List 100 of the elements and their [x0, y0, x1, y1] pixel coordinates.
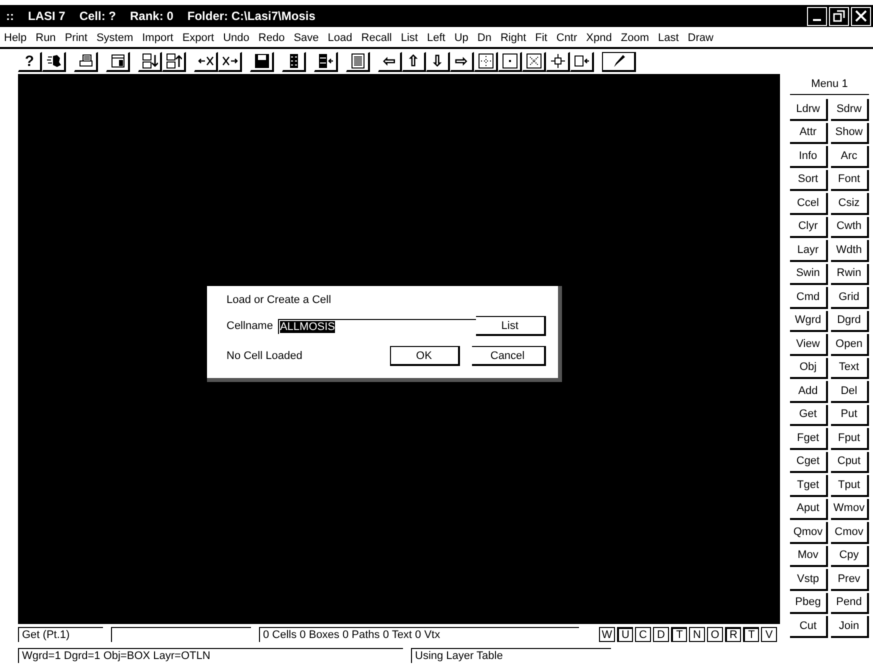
- command-button[interactable]: Get: [790, 404, 828, 426]
- command-button[interactable]: Dgrd: [831, 310, 869, 332]
- command-button[interactable]: Cwth: [831, 216, 869, 238]
- command-button[interactable]: Cput: [831, 452, 869, 473]
- command-button[interactable]: View: [790, 334, 828, 356]
- command-button[interactable]: Put: [831, 404, 869, 426]
- command-button[interactable]: Tput: [831, 475, 869, 496]
- menu-item[interactable]: Undo: [223, 32, 250, 44]
- command-button[interactable]: Mov: [790, 546, 828, 567]
- command-button[interactable]: Info: [790, 146, 828, 168]
- command-button[interactable]: Pbeg: [790, 592, 828, 614]
- command-button[interactable]: Font: [831, 170, 869, 191]
- menu-item[interactable]: Fit: [535, 32, 548, 44]
- command-button[interactable]: Arc: [831, 146, 869, 168]
- toolbar-button[interactable]: ⇨: [450, 52, 474, 72]
- command-button[interactable]: Add: [790, 381, 828, 402]
- command-button[interactable]: Open: [831, 334, 869, 356]
- toggle-button[interactable]: C: [635, 627, 651, 642]
- toolbar-button[interactable]: ?: [18, 52, 42, 72]
- menu-item[interactable]: Run: [36, 32, 56, 44]
- menu-item[interactable]: System: [96, 32, 134, 44]
- menu-item[interactable]: Xpnd: [586, 32, 612, 44]
- toolbar-button[interactable]: [602, 52, 636, 72]
- ok-button[interactable]: OK: [390, 346, 460, 366]
- command-button[interactable]: Cmd: [790, 287, 828, 308]
- field-label: Cellname: [226, 320, 273, 332]
- command-button[interactable]: Wdth: [831, 240, 869, 262]
- command-button[interactable]: Del: [831, 381, 869, 402]
- command-button[interactable]: Cut: [790, 616, 828, 638]
- command-button[interactable]: Aput: [790, 498, 828, 520]
- menu-item[interactable]: Export: [182, 32, 214, 44]
- command-button[interactable]: Rwin: [831, 264, 869, 285]
- menu-item[interactable]: Right: [500, 32, 526, 44]
- move-icon: [550, 53, 566, 69]
- toolbar-button[interactable]: ⇧: [402, 52, 426, 72]
- window-title: ::: [6, 9, 14, 23]
- command-button[interactable]: Wgrd: [790, 310, 828, 332]
- command-button[interactable]: Obj: [790, 358, 828, 379]
- printer-icon: [78, 53, 94, 69]
- toggle-button[interactable]: N: [689, 627, 705, 642]
- toggle-button[interactable]: V: [761, 627, 777, 642]
- command-button[interactable]: Sdrw: [831, 99, 869, 120]
- menu-item[interactable]: Zoom: [620, 32, 649, 44]
- toggle-button[interactable]: T: [743, 627, 759, 642]
- command-button[interactable]: Cpy: [831, 546, 869, 567]
- command-button[interactable]: Wmov: [831, 498, 869, 520]
- menu-item[interactable]: Print: [64, 32, 88, 44]
- command-button[interactable]: Cmov: [831, 522, 869, 544]
- toggle-button[interactable]: D: [653, 627, 669, 642]
- menu-item[interactable]: Load: [328, 32, 352, 44]
- command-button[interactable]: Join: [831, 616, 869, 638]
- command-button[interactable]: Swin: [790, 264, 828, 285]
- toggle-button[interactable]: O: [707, 627, 723, 642]
- command-button[interactable]: Qmov: [790, 522, 828, 544]
- menu-item[interactable]: Recall: [361, 32, 392, 44]
- command-button[interactable]: Fput: [831, 428, 869, 450]
- menu-item[interactable]: Cntr: [556, 32, 578, 44]
- menu-item[interactable]: List: [400, 32, 418, 44]
- menu-item[interactable]: Up: [454, 32, 468, 44]
- command-button[interactable]: Prev: [831, 569, 869, 590]
- menu-item[interactable]: Dn: [477, 32, 492, 44]
- restore-icon: [833, 10, 845, 22]
- toolbar-button[interactable]: ⇩: [426, 52, 450, 72]
- menu-item[interactable]: Last: [658, 32, 679, 44]
- toggle-button[interactable]: T: [671, 627, 687, 642]
- command-button[interactable]: Clyr: [790, 216, 828, 238]
- command-button[interactable]: Layr: [790, 240, 828, 262]
- menu-item[interactable]: Redo: [258, 32, 285, 44]
- window-title: Rank: 0: [130, 9, 174, 23]
- minimize-button[interactable]: [807, 6, 827, 26]
- command-button[interactable]: Vstp: [790, 569, 828, 590]
- window-title: LASI 7: [28, 9, 66, 23]
- cancel-button[interactable]: Cancel: [472, 346, 546, 366]
- command-button[interactable]: Ccel: [790, 193, 828, 214]
- toggle-button[interactable]: U: [617, 627, 633, 642]
- command-button[interactable]: Cget: [790, 452, 828, 473]
- command-button[interactable]: Ldrw: [790, 99, 828, 120]
- command-button[interactable]: Fget: [790, 428, 828, 450]
- close-button[interactable]: [851, 6, 871, 26]
- menu-item[interactable]: Save: [294, 32, 319, 44]
- command-button[interactable]: Show: [831, 122, 869, 144]
- cellname-field[interactable]: ALLMOSIS: [278, 318, 476, 334]
- menu-item[interactable]: Draw: [688, 32, 714, 44]
- toggle-button[interactable]: R: [725, 627, 741, 642]
- command-button[interactable]: Text: [831, 358, 869, 379]
- command-button[interactable]: Csiz: [831, 193, 869, 214]
- command-button[interactable]: Attr: [790, 122, 828, 144]
- menu-item[interactable]: Help: [4, 32, 27, 44]
- restore-button[interactable]: [829, 6, 849, 26]
- toggle-button[interactable]: W: [599, 627, 615, 642]
- command-button[interactable]: Pend: [831, 592, 869, 614]
- window-title: Folder: C:\Lasi7\Mosis: [187, 9, 316, 23]
- command-button[interactable]: Grid: [831, 287, 869, 308]
- command-button[interactable]: Sort: [790, 170, 828, 191]
- minimize-icon: [813, 19, 821, 21]
- menu-item[interactable]: Left: [426, 32, 446, 44]
- list-button[interactable]: List: [476, 316, 546, 336]
- toolbar-button[interactable]: ⇦: [378, 52, 402, 72]
- menu-item[interactable]: Import: [142, 32, 174, 44]
- command-button[interactable]: Tget: [790, 475, 828, 496]
